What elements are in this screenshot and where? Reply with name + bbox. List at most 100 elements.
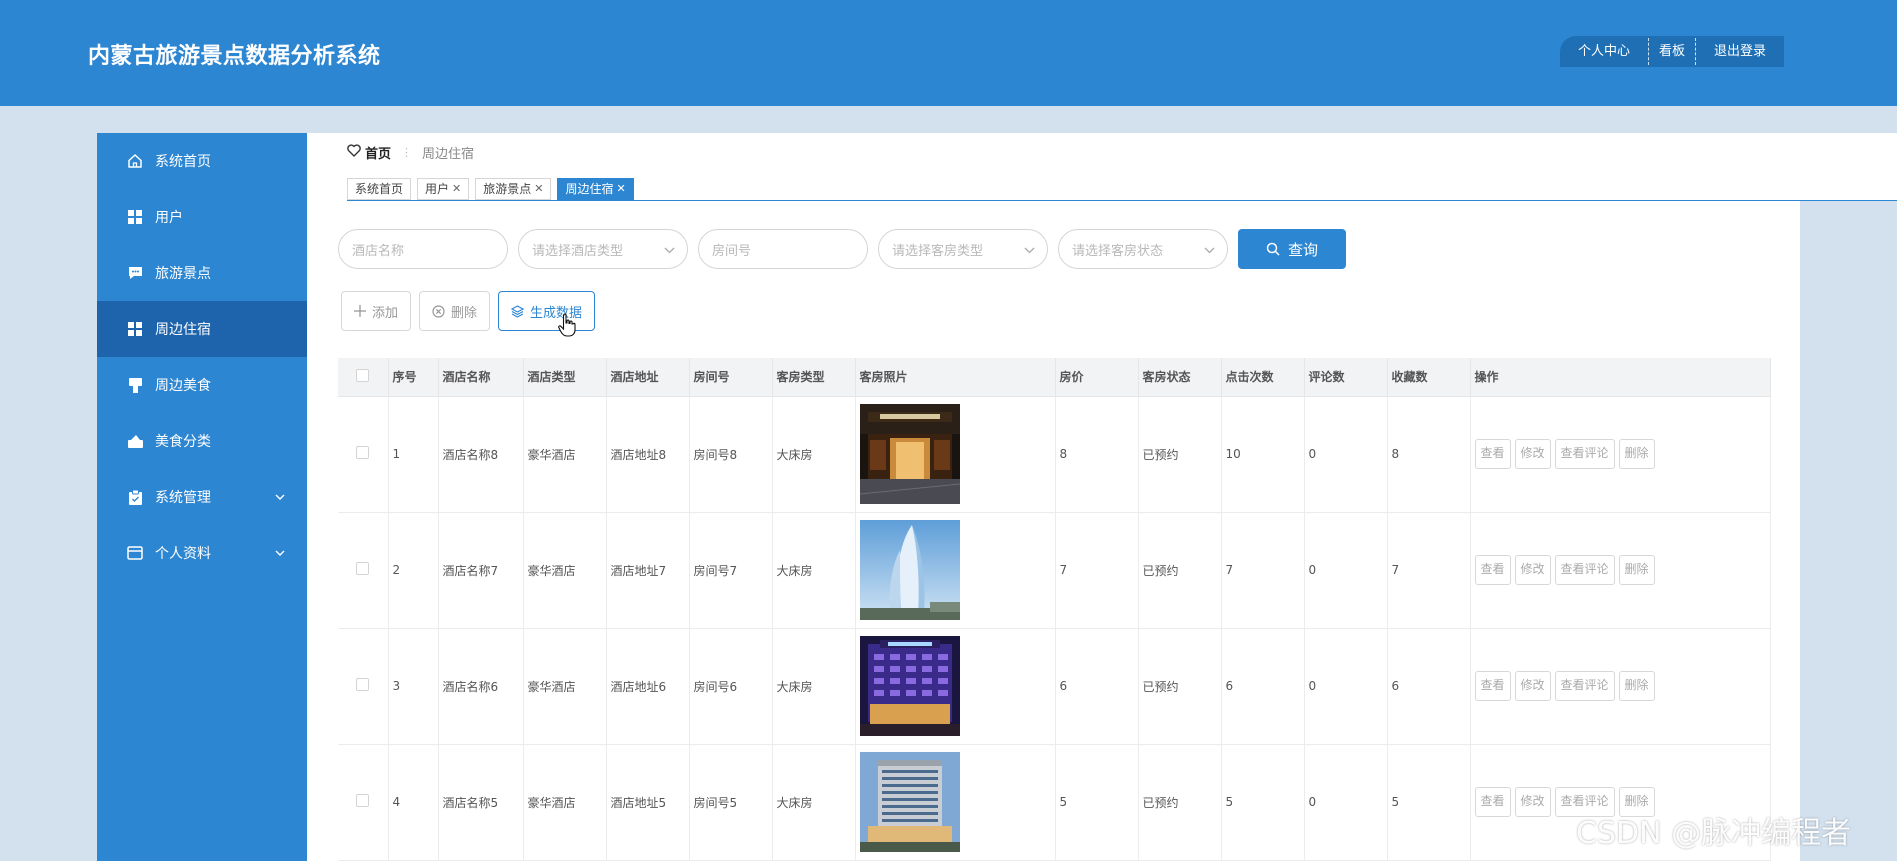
sidebar-item-attractions[interactable]: 旅游景点 — [97, 245, 307, 301]
edit-button[interactable]: 修改 — [1514, 787, 1551, 817]
heart-icon — [347, 143, 361, 161]
sidebar-item-system[interactable]: 系统管理 — [97, 469, 307, 525]
delete-button[interactable]: 删除 — [419, 291, 491, 331]
tab-attractions[interactable]: 旅游景点 ✕ — [475, 178, 552, 200]
view-comments-button[interactable]: 查看评论 — [1554, 555, 1615, 585]
breadcrumb-separator: ⋮ — [401, 145, 413, 159]
sidebar-item-food[interactable]: 周边美食 — [97, 357, 307, 413]
generate-data-button[interactable]: 生成数据 — [498, 291, 596, 331]
room-status-select[interactable]: 请选择客房状态 — [1058, 229, 1228, 269]
sidebar-item-label: 旅游景点 — [155, 266, 211, 282]
cell-room-photo — [855, 396, 1056, 513]
column-header: 收藏数 — [1387, 358, 1471, 397]
sidebar-item-profile[interactable]: 个人资料 — [97, 525, 307, 581]
cell-clicks: 5 — [1221, 744, 1305, 861]
room-number-input[interactable]: 房间号 — [698, 229, 868, 269]
tab-label: 用户 — [425, 182, 450, 196]
select-placeholder: 请选择酒店类型 — [532, 243, 624, 259]
logout-link[interactable]: 退出登录 — [1696, 36, 1784, 67]
cell-price: 6 — [1055, 628, 1139, 745]
cell-room-type: 大床房 — [772, 744, 856, 861]
view-comments-button[interactable]: 查看评论 — [1554, 671, 1615, 701]
edit-button[interactable]: 修改 — [1514, 555, 1551, 585]
table-header-row: 序号 酒店名称 酒店类型 酒店地址 房间号 客房类型 客房照片 房价 客房状态 … — [338, 358, 1771, 397]
sidebar-item-label: 周边美食 — [155, 378, 211, 394]
cell-index: 2 — [388, 512, 439, 629]
delete-row-button[interactable]: 删除 — [1618, 671, 1655, 701]
checkbox[interactable] — [356, 562, 370, 575]
row-checkbox-cell[interactable] — [338, 396, 389, 513]
layers-icon — [511, 304, 525, 318]
sidebar: 系统首页 用户 旅游景点 周边住宿 周边美食 美食分类 系统管理 个人资料 — [97, 133, 307, 861]
edit-button[interactable]: 修改 — [1514, 671, 1551, 701]
cell-index: 3 — [388, 628, 439, 745]
cell-room-status: 已预约 — [1138, 628, 1222, 745]
tab-home[interactable]: 系统首页 — [347, 178, 412, 200]
hand-cursor-icon — [558, 313, 576, 337]
cell-price: 5 — [1055, 744, 1139, 861]
add-button[interactable]: 添加 — [341, 291, 412, 331]
dashboard-link[interactable]: 看板 — [1649, 36, 1695, 67]
close-icon[interactable]: ✕ — [617, 179, 626, 199]
cell-room-number: 房间号5 — [689, 744, 773, 861]
cell-hotel-address: 酒店地址7 — [606, 512, 690, 629]
chevron-down-icon — [664, 243, 675, 258]
delete-row-button[interactable]: 删除 — [1618, 555, 1655, 585]
room-photo[interactable] — [859, 752, 960, 852]
room-photo[interactable] — [859, 404, 960, 504]
row-checkbox-cell[interactable] — [338, 744, 389, 861]
tab-users[interactable]: 用户 ✕ — [417, 178, 470, 200]
sidebar-item-label: 系统首页 — [155, 154, 211, 170]
sidebar-item-users[interactable]: 用户 — [97, 189, 307, 245]
hotel-type-select[interactable]: 请选择酒店类型 — [518, 229, 688, 269]
view-button[interactable]: 查看 — [1474, 555, 1511, 585]
edit-button[interactable]: 修改 — [1514, 439, 1551, 469]
row-checkbox-cell[interactable] — [338, 512, 389, 629]
search-button-label: 查询 — [1287, 240, 1318, 259]
close-icon[interactable]: ✕ — [534, 179, 543, 199]
room-photo[interactable] — [859, 636, 960, 736]
view-button[interactable]: 查看 — [1474, 671, 1511, 701]
grid-icon — [127, 321, 143, 337]
table-row: 1 酒店名称8 豪华酒店 酒店地址8 房间号8 大床房 8 已预约 10 0 8… — [338, 396, 1771, 513]
search-icon — [1266, 242, 1280, 256]
watermark: CSDN @脉冲编程者 — [1576, 816, 1852, 851]
breadcrumb-home[interactable]: 首页 — [365, 143, 391, 162]
room-photo[interactable] — [859, 520, 960, 620]
checkbox[interactable] — [356, 368, 370, 382]
cell-room-type: 大床房 — [772, 628, 856, 745]
view-button[interactable]: 查看 — [1474, 787, 1511, 817]
cell-room-number: 房间号7 — [689, 512, 773, 629]
select-all-checkbox[interactable] — [338, 358, 389, 397]
personal-center-link[interactable]: 个人中心 — [1560, 36, 1648, 67]
tab-lodging[interactable]: 周边住宿 ✕ — [557, 178, 634, 200]
column-header: 客房照片 — [855, 358, 1056, 397]
content-area: 酒店名称 请选择酒店类型 房间号 请选择客房类型 请选择客房状态 查询 添加 删… — [307, 201, 1800, 861]
cell-room-photo — [855, 512, 1056, 629]
cell-price: 8 — [1055, 396, 1139, 513]
cell-hotel-address: 酒店地址6 — [606, 628, 690, 745]
row-checkbox-cell[interactable] — [338, 628, 389, 745]
column-header: 评论数 — [1304, 358, 1388, 397]
cell-favorites: 5 — [1387, 744, 1471, 861]
hotel-name-input[interactable]: 酒店名称 — [338, 229, 508, 269]
cell-hotel-type: 豪华酒店 — [523, 512, 607, 629]
sidebar-item-label: 美食分类 — [155, 434, 211, 450]
room-type-select[interactable]: 请选择客房类型 — [878, 229, 1048, 269]
sidebar-item-label: 个人资料 — [155, 546, 211, 562]
checkbox[interactable] — [356, 678, 370, 691]
view-button[interactable]: 查看 — [1474, 439, 1511, 469]
checkbox[interactable] — [356, 794, 370, 807]
sidebar-item-home[interactable]: 系统首页 — [97, 133, 307, 189]
sidebar-item-lodging[interactable]: 周边住宿 — [97, 301, 307, 357]
checkbox[interactable] — [356, 446, 370, 459]
search-button[interactable]: 查询 — [1238, 229, 1346, 269]
close-icon[interactable]: ✕ — [452, 179, 461, 199]
view-comments-button[interactable]: 查看评论 — [1554, 439, 1615, 469]
cell-hotel-type: 豪华酒店 — [523, 744, 607, 861]
clipboard-icon — [127, 489, 143, 505]
sidebar-item-food-category[interactable]: 美食分类 — [97, 413, 307, 469]
delete-row-button[interactable]: 删除 — [1618, 439, 1655, 469]
cell-hotel-type: 豪华酒店 — [523, 396, 607, 513]
cell-room-type: 大床房 — [772, 396, 856, 513]
